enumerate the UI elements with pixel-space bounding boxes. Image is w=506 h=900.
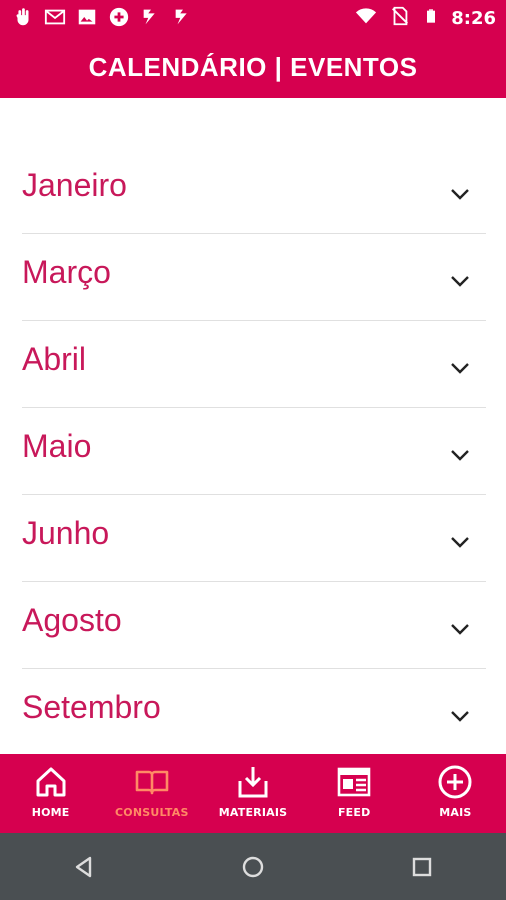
nav-label: FEED	[337, 806, 371, 819]
month-row-janeiro[interactable]: Janeiro	[22, 147, 486, 234]
nav-home[interactable]: HOME	[0, 754, 101, 833]
chevron-down-icon[interactable]	[450, 274, 470, 288]
plus-circle-icon	[438, 765, 472, 799]
nav-feed[interactable]: FEED	[304, 754, 405, 833]
download-icon	[238, 767, 268, 798]
status-icons-left	[12, 6, 194, 28]
chevron-down-icon[interactable]	[450, 361, 470, 375]
system-navigation-bar	[0, 833, 506, 900]
nav-consultas[interactable]: CONSULTAS	[101, 754, 202, 833]
back-icon[interactable]	[71, 854, 97, 880]
nav-label: CONSULTAS	[115, 806, 189, 819]
news-icon	[337, 767, 371, 797]
month-list: Janeiro Março Abril Maio Junho Agosto Se…	[22, 147, 486, 755]
month-row-marco[interactable]: Março	[22, 234, 486, 321]
month-label: Março	[22, 254, 111, 290]
chevron-down-icon[interactable]	[450, 535, 470, 549]
month-label: Setembro	[22, 689, 161, 725]
nav-label: HOME	[31, 806, 70, 819]
gmail-icon	[44, 6, 66, 28]
nav-label: MAIS	[439, 806, 472, 819]
app-header: CALENDÁRIO | EVENTOS	[0, 36, 506, 98]
month-label: Janeiro	[22, 167, 127, 203]
wifi-icon	[355, 5, 377, 31]
month-label: Agosto	[22, 602, 122, 638]
check-app-icon	[140, 6, 162, 28]
nav-materiais[interactable]: MATERIAIS	[202, 754, 303, 833]
check-app-icon-2	[172, 6, 194, 28]
home-icon	[36, 767, 66, 797]
month-label: Abril	[22, 341, 87, 377]
chevron-down-icon[interactable]	[450, 622, 470, 636]
bottom-navigation: HOME CONSULTAS MATERIAIS FEED MAIS	[0, 754, 506, 833]
hand-icon	[12, 6, 34, 28]
month-row-abril[interactable]: Abril	[22, 321, 486, 408]
recents-icon[interactable]	[409, 854, 435, 880]
battery-icon	[423, 5, 439, 31]
month-label: Maio	[22, 428, 92, 464]
month-row-junho[interactable]: Junho	[22, 495, 486, 582]
plus-badge-icon	[108, 6, 130, 28]
status-bar: 8:26	[0, 0, 506, 36]
status-time: 8:26	[451, 7, 496, 29]
chevron-down-icon[interactable]	[450, 187, 470, 201]
chevron-down-icon[interactable]	[450, 448, 470, 462]
status-icons-right: 8:26	[355, 6, 496, 30]
home-circle-icon[interactable]	[240, 854, 266, 880]
month-label: Junho	[22, 515, 110, 551]
page-title: CALENDÁRIO | EVENTOS	[88, 51, 418, 82]
nav-mais[interactable]: MAIS	[405, 754, 506, 833]
chevron-down-icon[interactable]	[450, 709, 470, 723]
no-sim-icon	[389, 5, 411, 31]
month-row-setembro[interactable]: Setembro	[22, 669, 486, 755]
book-icon	[135, 770, 169, 795]
month-row-maio[interactable]: Maio	[22, 408, 486, 495]
image-icon	[76, 6, 98, 28]
nav-label: MATERIAIS	[218, 806, 288, 819]
month-row-agosto[interactable]: Agosto	[22, 582, 486, 669]
